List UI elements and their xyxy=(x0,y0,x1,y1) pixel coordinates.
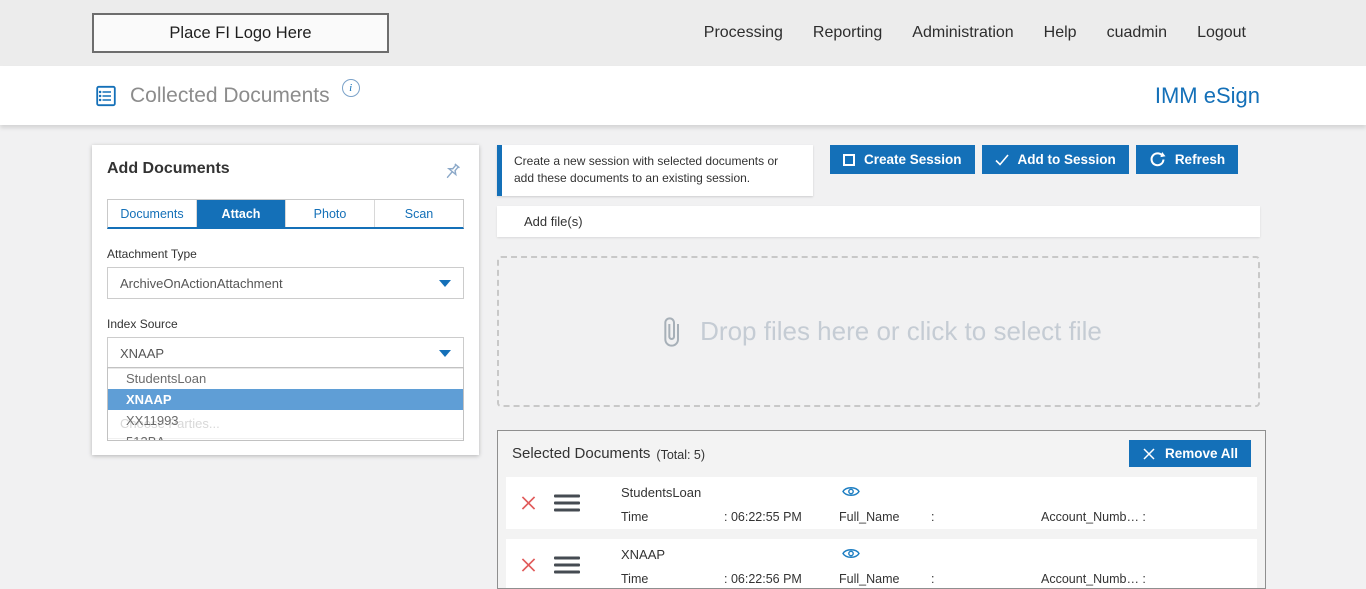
square-icon xyxy=(843,154,855,166)
option-513ba[interactable]: 513BA xyxy=(108,431,463,441)
add-files-bar: Add file(s) xyxy=(497,206,1260,237)
fullname-separator: : xyxy=(931,510,1041,524)
main-nav: Processing Reporting Administration Help… xyxy=(704,24,1246,42)
page-title: Collected Documents xyxy=(130,84,330,108)
pin-icon[interactable] xyxy=(442,162,462,187)
remove-document-icon[interactable] xyxy=(520,495,537,512)
preview-eye-icon[interactable] xyxy=(842,547,860,560)
account-number-label: Account_Numb… : xyxy=(1041,510,1257,524)
tab-attach[interactable]: Attach xyxy=(197,200,286,227)
top-bar: Place FI Logo Here Processing Reporting … xyxy=(0,0,1366,66)
collected-documents-icon xyxy=(94,84,118,108)
fullname-label: Full_Name xyxy=(839,510,931,524)
nav-item-help[interactable]: Help xyxy=(1044,24,1077,42)
add-documents-panel: Add Documents Documents Attach Photo Sca… xyxy=(92,145,479,455)
index-source-label: Index Source xyxy=(107,317,464,331)
selected-documents-total: (Total: 5) xyxy=(656,448,705,462)
option-xx11993[interactable]: XX11993 xyxy=(108,410,463,431)
refresh-icon xyxy=(1149,151,1166,168)
nav-item-administration[interactable]: Administration xyxy=(912,24,1013,42)
selected-documents-header: Selected Documents (Total: 5) Remove All xyxy=(506,440,1257,467)
document-name: StudentsLoan xyxy=(621,485,701,500)
attachment-type-label: Attachment Type xyxy=(107,247,464,261)
document-name: XNAAP xyxy=(621,547,665,562)
attachment-type-value: ArchiveOnActionAttachment xyxy=(120,276,283,291)
time-label: Time xyxy=(621,572,724,586)
collected-documents-page: Place FI Logo Here Processing Reporting … xyxy=(0,0,1366,589)
account-number-label: Account_Numb… : xyxy=(1041,572,1257,586)
index-source-value: XNAAP xyxy=(120,346,164,361)
option-xnaap[interactable]: XNAAP xyxy=(108,389,463,410)
selected-documents-panel: Selected Documents (Total: 5) Remove All… xyxy=(497,430,1266,589)
option-studentsloan[interactable]: StudentsLoan xyxy=(108,368,463,389)
x-icon xyxy=(1142,447,1156,461)
document-row: StudentsLoan Time : 06:22:55 PM Full_Nam… xyxy=(506,477,1257,529)
remove-all-button[interactable]: Remove All xyxy=(1129,440,1251,467)
tab-documents[interactable]: Documents xyxy=(108,200,197,227)
nav-item-processing[interactable]: Processing xyxy=(704,24,783,42)
selected-documents-title: Selected Documents xyxy=(512,445,650,462)
brand-imm-esign: IMM eSign xyxy=(1155,83,1260,109)
tab-scan[interactable]: Scan xyxy=(375,200,463,227)
add-to-session-button[interactable]: Add to Session xyxy=(982,145,1129,174)
time-value: : 06:22:55 PM xyxy=(724,510,839,524)
nav-item-reporting[interactable]: Reporting xyxy=(813,24,882,42)
remove-document-icon[interactable] xyxy=(520,557,537,574)
add-documents-title: Add Documents xyxy=(107,160,230,178)
index-source-dropdown[interactable]: XNAAP xyxy=(107,337,464,369)
drag-handle-icon[interactable] xyxy=(554,495,580,512)
paperclip-icon xyxy=(655,313,687,351)
check-icon xyxy=(995,154,1009,166)
add-files-label: Add file(s) xyxy=(524,214,583,229)
create-session-button[interactable]: Create Session xyxy=(830,145,975,174)
file-dropzone[interactable]: Drop files here or click to select file xyxy=(497,256,1260,407)
chevron-down-icon xyxy=(439,280,451,287)
attachment-type-dropdown[interactable]: ArchiveOnActionAttachment xyxy=(107,267,464,299)
fi-logo-text: Place FI Logo Here xyxy=(169,24,311,43)
index-source-options-list: StudentsLoan XNAAP XX11993 513BA xyxy=(107,367,464,441)
drag-handle-icon[interactable] xyxy=(554,557,580,574)
time-label: Time xyxy=(621,510,724,524)
fullname-separator: : xyxy=(931,572,1041,586)
add-documents-tabs: Documents Attach Photo Scan xyxy=(107,199,464,229)
nav-item-user-cuadmin[interactable]: cuadmin xyxy=(1107,24,1167,42)
session-info-message: Create a new session with selected docum… xyxy=(497,145,813,196)
session-actions: Create Session Add to Session Refresh xyxy=(830,145,1238,174)
fi-logo-placeholder: Place FI Logo Here xyxy=(92,13,389,53)
chevron-down-icon xyxy=(439,350,451,357)
preview-eye-icon[interactable] xyxy=(842,485,860,498)
document-row: XNAAP Time : 06:22:56 PM Full_Name : Acc… xyxy=(506,539,1257,589)
time-value: : 06:22:56 PM xyxy=(724,572,839,586)
fullname-label: Full_Name xyxy=(839,572,931,586)
info-icon[interactable]: i xyxy=(342,79,360,97)
nav-item-logout[interactable]: Logout xyxy=(1197,24,1246,42)
refresh-button[interactable]: Refresh xyxy=(1136,145,1238,174)
page-title-bar: Collected Documents i IMM eSign xyxy=(0,66,1366,125)
dropzone-text: Drop files here or click to select file xyxy=(700,316,1102,347)
tab-photo[interactable]: Photo xyxy=(286,200,375,227)
